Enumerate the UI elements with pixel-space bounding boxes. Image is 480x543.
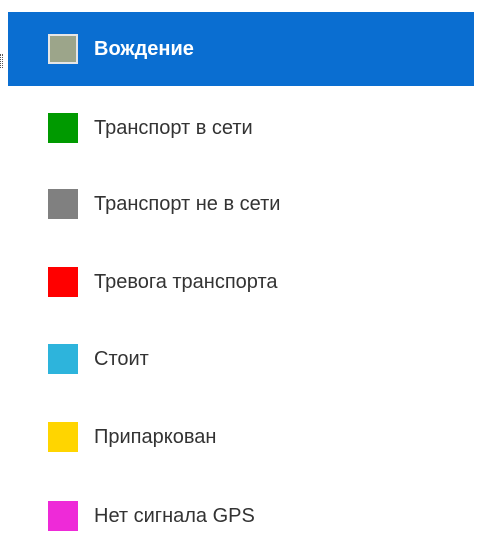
status-legend-list: Вождение Транспорт в сети Транспорт не в… bbox=[8, 12, 474, 543]
status-color-swatch bbox=[48, 113, 78, 143]
status-color-swatch bbox=[48, 422, 78, 452]
status-item-label: Транспорт не в сети bbox=[94, 192, 281, 215]
status-color-swatch bbox=[48, 501, 78, 531]
status-item-label: Нет сигнала GPS bbox=[94, 504, 255, 527]
status-color-swatch bbox=[48, 344, 78, 374]
status-color-swatch bbox=[48, 267, 78, 297]
status-item-online[interactable]: Транспорт в сети bbox=[8, 91, 474, 165]
status-item-label: Транспорт в сети bbox=[94, 116, 253, 139]
status-color-swatch bbox=[48, 189, 78, 219]
status-item-driving[interactable]: Вождение bbox=[8, 12, 474, 86]
status-item-label: Тревога транспорта bbox=[94, 270, 278, 293]
status-item-offline[interactable]: Транспорт не в сети bbox=[8, 167, 474, 241]
status-item-no-gps[interactable]: Нет сигнала GPS bbox=[8, 479, 474, 543]
status-item-label: Припаркован bbox=[94, 425, 217, 448]
status-item-alarm[interactable]: Тревога транспорта bbox=[8, 245, 474, 319]
status-item-parked[interactable]: Припаркован bbox=[8, 400, 474, 474]
resize-handle bbox=[0, 54, 3, 68]
status-item-label: Стоит bbox=[94, 347, 149, 370]
status-item-label: Вождение bbox=[94, 37, 194, 60]
status-item-idle[interactable]: Стоит bbox=[8, 322, 474, 396]
status-color-swatch bbox=[48, 34, 78, 64]
